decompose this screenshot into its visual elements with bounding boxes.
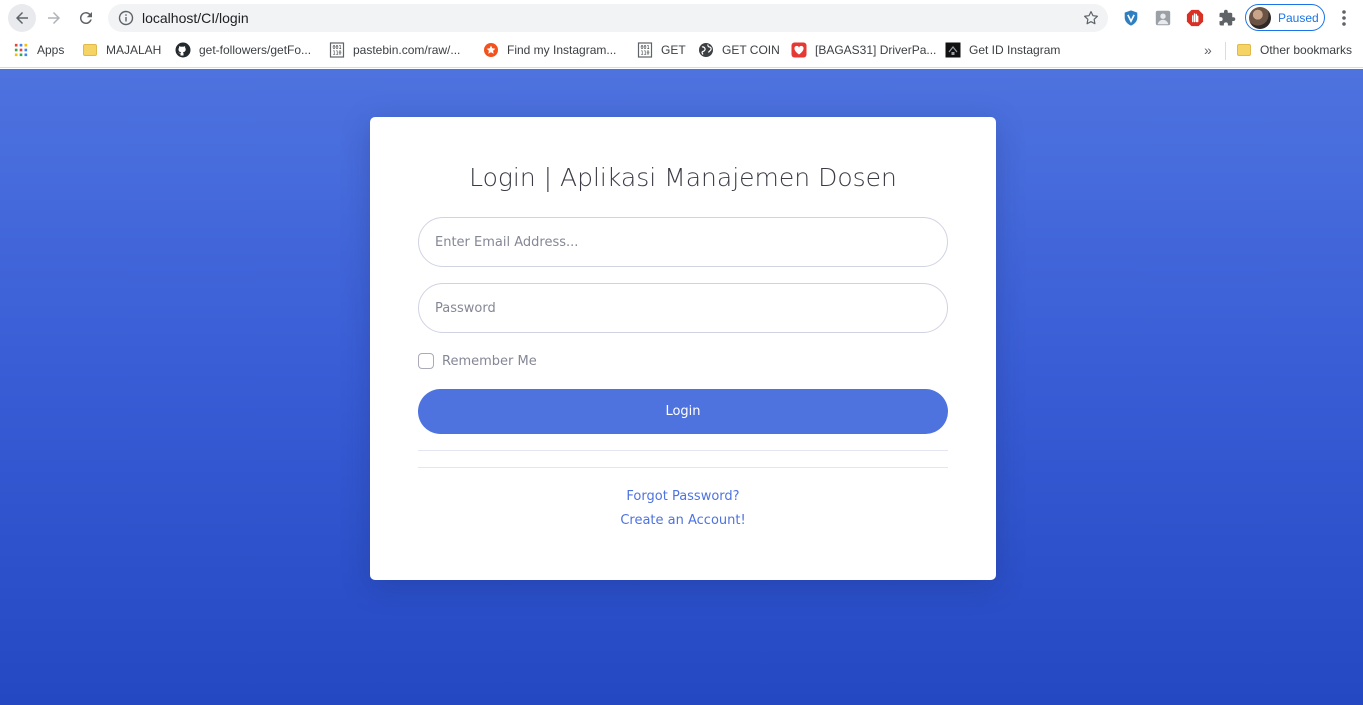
bookmark-bagas31[interactable]: [BAGAS31] DriverPa... [791,36,936,64]
browser-toolbar: localhost/CI/login Paused [0,0,1363,36]
remember-me-row: Remember Me [418,352,537,370]
remember-me-label[interactable]: Remember Me [442,354,537,369]
profile-status-label: Paused [1278,11,1319,25]
bookmark-get[interactable]: 001 110 GET [637,36,686,64]
login-button[interactable]: Login [418,389,948,434]
folder-icon [82,42,98,58]
bookmark-get-coin[interactable]: GET COIN [698,36,780,64]
globe-icon [698,42,714,58]
bookmark-find-instagram[interactable]: Find my Instagram... [483,36,616,64]
reload-button[interactable] [72,4,100,32]
bookmark-get-id-instagram[interactable]: Get ID Instagram [945,36,1060,64]
github-icon [175,42,191,58]
create-account-link[interactable]: Create an Account! [370,513,996,528]
chevron-double-right-icon: » [1204,42,1212,58]
svg-text:110: 110 [332,51,341,57]
svg-text:110: 110 [640,51,649,57]
orange-star-icon [483,42,499,58]
forward-arrow-icon [48,12,60,24]
bookmarks-bar: Apps MAJALAH get-followers/getFo... 001 1… [0,36,1363,68]
email-field[interactable] [418,217,948,267]
divider [418,450,948,451]
dark-site-icon [945,42,961,58]
bookmark-other-bookmarks[interactable]: Other bookmarks [1236,36,1352,64]
shield-v-icon [1124,10,1138,26]
bookmark-label: Find my Instagram... [507,43,617,57]
page-title: Login | Aplikasi Manajemen Dosen [469,163,897,192]
bookmark-star-icon[interactable] [1082,9,1100,27]
binary-file-icon: 001 110 [637,42,653,58]
back-button[interactable] [8,4,36,32]
remember-me-checkbox[interactable] [418,353,434,369]
bookmark-pastebin[interactable]: 001 110 pastebin.com/raw/... [329,36,460,64]
heart-icon [791,42,807,58]
profile-extension[interactable] [1153,8,1173,28]
password-field[interactable] [418,283,948,333]
more-menu-icon[interactable] [1336,8,1352,28]
apps-grid-icon [13,42,29,58]
adblock-extension[interactable] [1185,8,1205,28]
profile-button[interactable]: Paused [1245,4,1325,31]
stop-hand-icon [1186,9,1204,27]
bookmark-label: GET [661,43,686,57]
address-bar[interactable]: localhost/CI/login [108,4,1108,32]
bookmarks-overflow-button[interactable]: » [1204,36,1212,64]
vpn-extension[interactable] [1121,8,1141,28]
bookmarks-divider [1225,42,1226,60]
forgot-password-link[interactable]: Forgot Password? [370,489,996,504]
bookmark-label: Other bookmarks [1260,43,1353,57]
bookmark-label: Apps [37,43,65,57]
back-arrow-icon [16,12,28,24]
bookmark-label: [BAGAS31] DriverPa... [815,43,937,57]
reload-icon [79,12,92,25]
photo-icon [1155,10,1171,26]
bookmark-label: Get ID Instagram [969,43,1061,57]
bookmark-apps[interactable]: Apps [13,36,64,64]
folder-icon [1236,42,1252,58]
puzzle-icon [1219,9,1236,26]
login-card: Login | Aplikasi Manajemen Dosen Remembe… [370,117,996,580]
binary-file-icon: 001 110 [329,42,345,58]
bookmark-label: get-followers/getFo... [199,43,312,57]
extensions-button[interactable] [1217,8,1237,28]
divider [418,467,948,468]
avatar [1249,7,1271,29]
page-background: Login | Aplikasi Manajemen Dosen Remembe… [0,69,1363,705]
bookmark-majalah[interactable]: MAJALAH [82,36,161,64]
bookmark-get-followers[interactable]: get-followers/getFo... [175,36,311,64]
info-icon[interactable] [118,10,134,26]
bookmark-label: MAJALAH [106,43,162,57]
bookmark-label: GET COIN [722,43,780,57]
bookmark-label: pastebin.com/raw/... [353,43,461,57]
forward-button[interactable] [40,4,68,32]
url-text[interactable]: localhost/CI/login [142,10,249,26]
